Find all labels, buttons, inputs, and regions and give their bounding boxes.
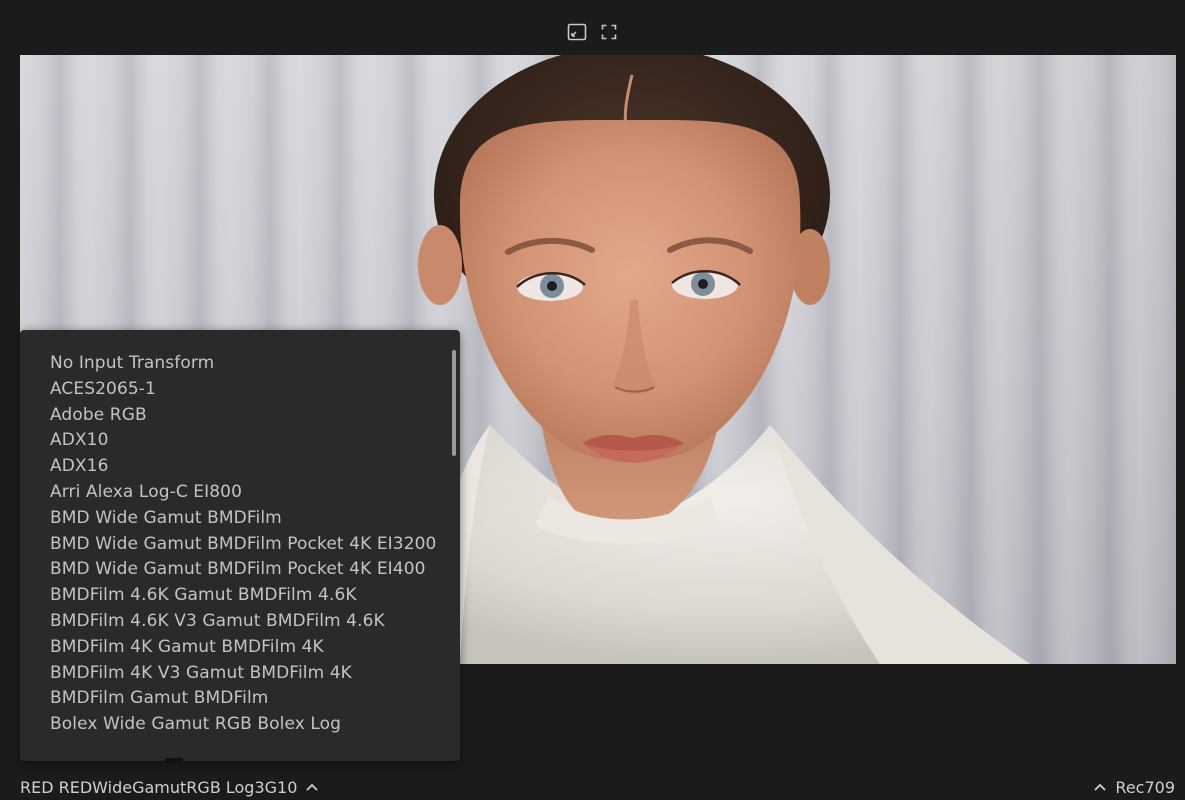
fullscreen-icon — [601, 24, 616, 40]
menu-item-bmd-pocket-4k-ei3200[interactable]: BMD Wide Gamut BMDFilm Pocket 4K EI3200 — [20, 532, 440, 558]
menu-item-adx10[interactable]: ADX10 — [20, 428, 440, 454]
menu-scrollbar[interactable] — [452, 350, 456, 456]
input-transform-menu: No Input Transform ACES2065-1 Adobe RGB … — [20, 330, 460, 761]
menu-item-bmd-pocket-4k-ei400[interactable]: BMD Wide Gamut BMDFilm Pocket 4K EI400 — [20, 557, 440, 583]
menu-pointer — [165, 758, 183, 763]
chevron-up-icon — [1093, 782, 1107, 792]
fit-to-window-button[interactable] — [566, 21, 588, 43]
menu-item-adx16[interactable]: ADX16 — [20, 454, 440, 480]
menu-item-no-input-transform[interactable]: No Input Transform — [20, 351, 440, 377]
output-transform-select[interactable]: Rec709 — [1093, 776, 1175, 798]
menu-item-bmdfilm-gamut[interactable]: BMDFilm Gamut BMDFilm — [20, 686, 440, 712]
viewer-toolbar — [0, 20, 1185, 44]
color-transform-viewer-app: No Input Transform ACES2065-1 Adobe RGB … — [0, 0, 1185, 800]
menu-item-bmdfilm-4k[interactable]: BMDFilm 4K Gamut BMDFilm 4K — [20, 635, 440, 661]
menu-item-bolex-wide-gamut[interactable]: Bolex Wide Gamut RGB Bolex Log — [20, 712, 440, 738]
menu-item-bmdfilm-4-6k-v3[interactable]: BMDFilm 4.6K V3 Gamut BMDFilm 4.6K — [20, 609, 440, 635]
fit-to-window-icon — [567, 23, 586, 41]
menu-item-adobe-rgb[interactable]: Adobe RGB — [20, 403, 440, 429]
input-transform-select[interactable]: RED REDWideGamutRGB Log3G10 — [20, 776, 319, 798]
menu-item-bmd-wide-gamut-bmdfilm[interactable]: BMD Wide Gamut BMDFilm — [20, 506, 440, 532]
menu-item-bmdfilm-4k-v3[interactable]: BMDFilm 4K V3 Gamut BMDFilm 4K — [20, 661, 440, 687]
fullscreen-button[interactable] — [598, 21, 620, 43]
output-transform-value: Rec709 — [1115, 777, 1175, 797]
chevron-up-icon — [305, 782, 319, 792]
menu-item-aces2065-1[interactable]: ACES2065-1 — [20, 377, 440, 403]
menu-item-bmdfilm-4-6k[interactable]: BMDFilm 4.6K Gamut BMDFilm 4.6K — [20, 583, 440, 609]
input-transform-value: RED REDWideGamutRGB Log3G10 — [20, 777, 298, 797]
input-transform-options: No Input Transform ACES2065-1 Adobe RGB … — [20, 351, 440, 738]
menu-item-arri-alexa-log-c[interactable]: Arri Alexa Log-C EI800 — [20, 480, 440, 506]
